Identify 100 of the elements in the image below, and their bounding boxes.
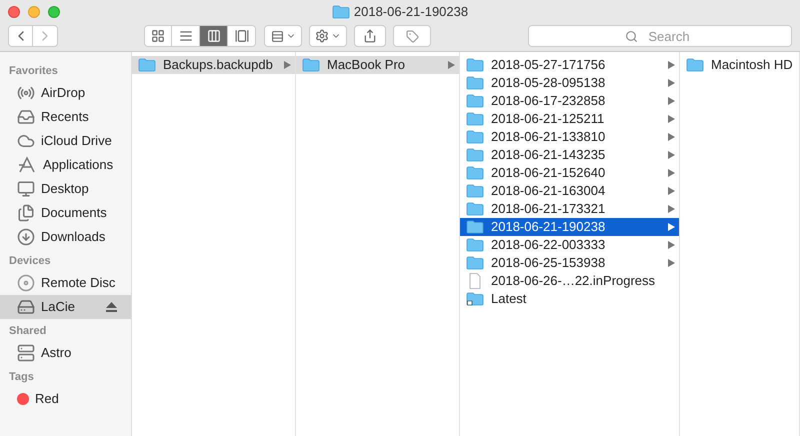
folder-icon: [138, 58, 156, 72]
file-row[interactable]: 2018-06-21-133810: [460, 128, 679, 146]
view-icon: [151, 29, 165, 43]
sidebar-item[interactable]: AirDrop: [0, 81, 131, 105]
folder-icon: [302, 58, 320, 72]
file-name: 2018-06-21-163004: [491, 182, 606, 200]
desktop-icon: [17, 180, 35, 198]
sidebar-label: LaCie: [41, 298, 75, 316]
sidebar-item[interactable]: Remote Disc: [0, 271, 131, 295]
file-row[interactable]: Backups.backupdb: [132, 56, 295, 74]
disclosure-triangle-icon[interactable]: [448, 61, 455, 69]
file-row[interactable]: 2018-06-21-163004: [460, 182, 679, 200]
search-field[interactable]: Search: [528, 25, 792, 47]
file-name: 2018-05-27-171756: [491, 56, 606, 74]
sidebar-label: Recents: [41, 108, 89, 126]
sidebar-item[interactable]: Recents: [0, 105, 131, 129]
sidebar-item[interactable]: LaCie: [0, 295, 131, 319]
settings-icon: [315, 29, 329, 43]
file-row[interactable]: 2018-06-21-190238: [460, 218, 679, 236]
file-row[interactable]: 2018-05-27-171756: [460, 56, 679, 74]
recents-icon: [17, 108, 35, 126]
disclosure-triangle-icon[interactable]: [668, 187, 675, 195]
eject-icon[interactable]: [106, 302, 117, 312]
view-icon: [206, 29, 220, 43]
disclosure-triangle-icon[interactable]: [668, 79, 675, 87]
folder-icon: [466, 220, 484, 234]
tag-button[interactable]: [393, 25, 431, 47]
gallery-view-button[interactable]: [228, 25, 256, 47]
alias-folder-icon: [466, 292, 484, 306]
disclosure-triangle-icon[interactable]: [668, 259, 675, 267]
disclosure-triangle-icon[interactable]: [284, 61, 291, 69]
sidebar-label: Downloads: [41, 228, 106, 246]
file-row[interactable]: 2018-06-17-232858: [460, 92, 679, 110]
disclosure-triangle-icon[interactable]: [668, 205, 675, 213]
arrange-button[interactable]: [264, 25, 302, 47]
file-row[interactable]: 2018-06-25-153938: [460, 254, 679, 272]
arrange-icon: [270, 30, 284, 42]
list-view-button[interactable]: [172, 25, 200, 47]
sidebar-label: Desktop: [41, 180, 89, 198]
file-row[interactable]: 2018-05-28-095138: [460, 74, 679, 92]
file-row[interactable]: Macintosh HD: [680, 56, 799, 74]
folder-icon: [466, 94, 484, 108]
file-name: 2018-06-25-153938: [491, 254, 606, 272]
file-row[interactable]: 2018-06-22-003333: [460, 236, 679, 254]
sidebar-item[interactable]: Astro: [0, 341, 131, 365]
sidebar-heading: Favorites: [8, 64, 59, 79]
disclosure-triangle-icon[interactable]: [668, 241, 675, 249]
folder-icon: [686, 58, 704, 72]
sidebar-item[interactable]: Applications: [0, 153, 131, 177]
file-row[interactable]: 2018-06-21-143235: [460, 146, 679, 164]
column-view-button[interactable]: [200, 25, 228, 47]
disclosure-triangle-icon[interactable]: [668, 223, 675, 231]
sidebar-item[interactable]: Red: [0, 387, 131, 411]
sidebar-label: Remote Disc: [41, 274, 116, 292]
drive-icon: [17, 298, 35, 316]
view-icon: [178, 29, 192, 43]
file-name: Macintosh HD: [711, 56, 793, 74]
folder-icon: [466, 238, 484, 252]
disclosure-triangle-icon[interactable]: [668, 151, 675, 159]
action-button[interactable]: [309, 25, 347, 47]
sidebar-item[interactable]: Desktop: [0, 177, 131, 201]
sidebar-item[interactable]: Documents: [0, 201, 131, 225]
disclosure-triangle-icon[interactable]: [668, 97, 675, 105]
folder-icon: [466, 130, 484, 144]
file-row[interactable]: 2018-06-26-…22.inProgress: [460, 272, 679, 290]
file-row[interactable]: 2018-06-21-125211: [460, 110, 679, 128]
airdrop-icon: [17, 84, 35, 102]
back-button[interactable]: [8, 25, 33, 47]
folder-icon: [466, 76, 484, 90]
sidebar-item[interactable]: Downloads: [0, 225, 131, 249]
icon-view-button[interactable]: [144, 25, 172, 47]
share-button[interactable]: [354, 25, 386, 47]
file-name: 2018-06-21-133810: [491, 128, 606, 146]
file-name: Backups.backupdb: [163, 56, 273, 74]
folder-icon: [466, 256, 484, 270]
disclosure-triangle-icon[interactable]: [668, 115, 675, 123]
file-row[interactable]: 2018-06-21-152640: [460, 164, 679, 182]
sidebar-heading: Tags: [8, 370, 35, 385]
disclosure-triangle-icon[interactable]: [668, 133, 675, 141]
file-name: 2018-05-28-095138: [491, 74, 606, 92]
title-folder-icon: [332, 5, 350, 19]
window-title: 2018-06-21-190238: [354, 3, 468, 22]
search-icon: [625, 30, 638, 43]
applications-icon: [17, 156, 37, 174]
folder-icon: [466, 112, 484, 126]
sidebar-heading: Devices: [8, 254, 52, 269]
server-icon: [17, 344, 35, 362]
file-row[interactable]: 2018-06-21-173321: [460, 200, 679, 218]
sidebar-item[interactable]: iCloud Drive: [0, 129, 131, 153]
zoom-button[interactable]: [48, 6, 60, 18]
close-button[interactable]: [8, 6, 20, 18]
file-name: 2018-06-21-125211: [491, 110, 604, 128]
file-row[interactable]: MacBook Pro: [296, 56, 459, 74]
file-name: Latest: [491, 290, 526, 308]
file-name: 2018-06-21-152640: [491, 164, 606, 182]
disclosure-triangle-icon[interactable]: [668, 169, 675, 177]
disclosure-triangle-icon[interactable]: [668, 61, 675, 69]
cloud-icon: [17, 132, 35, 150]
file-name: 2018-06-22-003333: [491, 236, 606, 254]
file-row[interactable]: Latest: [460, 290, 679, 308]
